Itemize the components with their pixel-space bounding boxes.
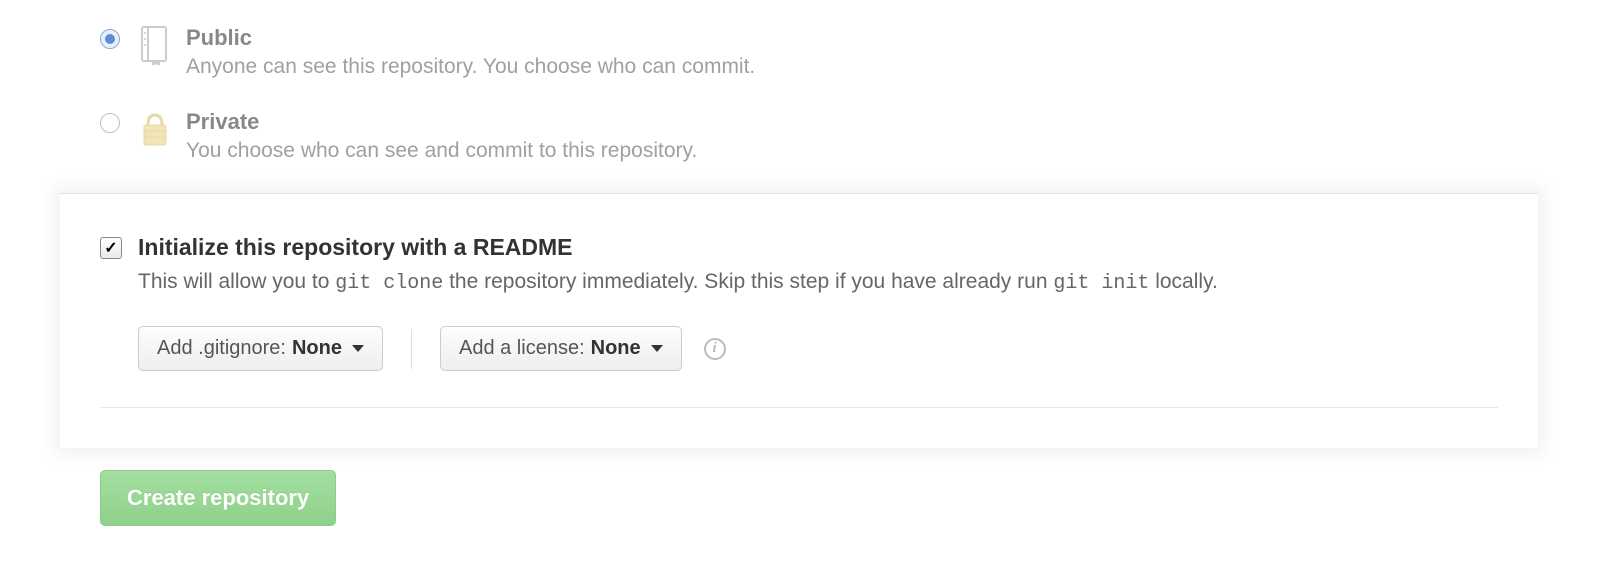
divider bbox=[100, 407, 1498, 408]
init-desc-part-b: the repository immediately. Skip this st… bbox=[443, 270, 1053, 293]
init-desc-code2: git init bbox=[1053, 272, 1149, 295]
dropdown-row: Add .gitignore: None Add a license: None… bbox=[138, 326, 1498, 371]
chevron-down-icon bbox=[651, 345, 663, 352]
divider bbox=[411, 329, 412, 369]
private-lock-icon bbox=[138, 109, 170, 149]
gitignore-label: Add .gitignore: bbox=[157, 337, 286, 360]
private-radio[interactable] bbox=[100, 113, 120, 133]
init-desc-part-c: locally. bbox=[1149, 270, 1217, 293]
public-title: Public bbox=[186, 25, 755, 51]
initialize-panel: ✓ Initialize this repository with a READ… bbox=[60, 193, 1538, 448]
license-value: None bbox=[591, 337, 641, 360]
visibility-option-private[interactable]: Private You choose who can see and commi… bbox=[100, 109, 1598, 163]
license-dropdown[interactable]: Add a license: None bbox=[440, 326, 682, 371]
public-repo-icon bbox=[138, 25, 170, 65]
license-label: Add a license: bbox=[459, 337, 585, 360]
create-repository-button[interactable]: Create repository bbox=[100, 470, 336, 526]
init-desc-code1: git clone bbox=[335, 272, 443, 295]
public-text: Public Anyone can see this repository. Y… bbox=[186, 25, 755, 79]
private-desc: You choose who can see and commit to thi… bbox=[186, 139, 697, 163]
gitignore-value: None bbox=[292, 337, 342, 360]
visibility-options-group: Public Anyone can see this repository. Y… bbox=[0, 0, 1598, 163]
public-radio[interactable] bbox=[100, 29, 120, 49]
chevron-down-icon bbox=[352, 345, 364, 352]
initialize-readme-checkbox[interactable]: ✓ bbox=[100, 237, 122, 259]
private-text: Private You choose who can see and commi… bbox=[186, 109, 697, 163]
init-desc-part-a: This will allow you to bbox=[138, 270, 335, 293]
private-title: Private bbox=[186, 109, 697, 135]
initialize-desc: This will allow you to git clone the rep… bbox=[138, 267, 1218, 298]
info-icon[interactable]: i bbox=[704, 338, 726, 360]
visibility-option-public[interactable]: Public Anyone can see this repository. Y… bbox=[100, 25, 1598, 79]
public-desc: Anyone can see this repository. You choo… bbox=[186, 55, 755, 79]
gitignore-dropdown[interactable]: Add .gitignore: None bbox=[138, 326, 383, 371]
initialize-heading: Initialize this repository with a README bbox=[138, 234, 1218, 261]
